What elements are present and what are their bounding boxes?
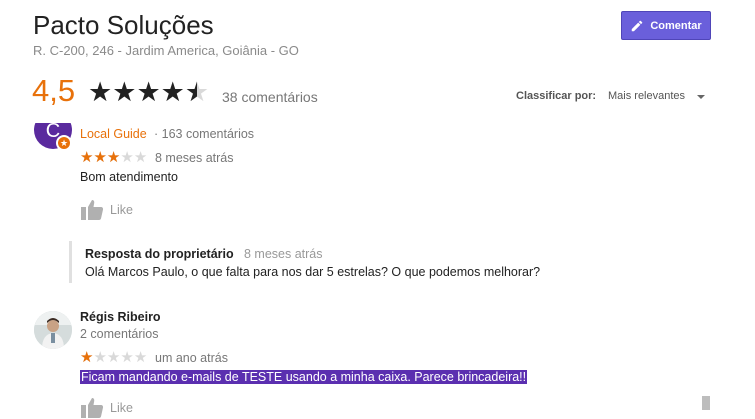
thumbs-up-icon [81,398,104,418]
star-icon: ★ [106,349,121,366]
reviewer-comment-count: 2 comentários [80,327,159,341]
place-title: Pacto Soluções [33,10,214,40]
star-icon: ★ [133,149,148,166]
local-guide-badge-icon: ★ [56,135,72,151]
comment-button[interactable]: Comentar [621,11,711,40]
place-address: R. C-200, 246 - Jardim America, Goiânia … [33,43,299,58]
sort-label: Classificar por: [516,90,597,102]
rating-value: 4,5 [32,73,76,108]
comment-button-label: Comentar [650,19,702,32]
like-button[interactable]: Like [80,397,133,419]
star-icon: ★★ [106,149,121,166]
owner-reply-title: Resposta do proprietário [85,247,234,261]
star-icon: ★★ [93,149,107,166]
reply-divider [69,241,72,283]
star-icon: ★ [93,349,107,366]
review-stars: ★ ★ ★ ★ ★ ★ ★ ★ [80,150,147,166]
avatar-photo [34,311,72,349]
like-button[interactable]: Like [80,199,133,221]
star-icon: ★★ [136,77,161,107]
reviewer-name[interactable]: Régis Ribeiro [80,310,161,324]
sort-dropdown[interactable]: Mais relevantes [608,90,685,102]
pencil-icon [632,20,643,31]
review-time: 8 meses atrás [155,151,234,165]
star-icon: ★★ [160,77,185,107]
star-icon: ★★ [184,77,210,107]
review-stars: ★ ★ ★ ★ ★ ★ [80,350,147,366]
review-time: um ano atrás [155,351,228,365]
star-icon: ★ [133,349,148,366]
avatar-clip: C [30,123,80,153]
local-guide-label[interactable]: Local Guide [80,127,147,141]
thumbs-up-icon [81,200,104,220]
avatar[interactable] [34,311,72,349]
review-text: Bom atendimento [80,170,178,184]
reviewer-comment-count: · 163 comentários [154,127,255,141]
owner-reply-text: Olá Marcos Paulo, o que falta para nos d… [85,265,541,279]
star-icon: ★★ [80,349,94,366]
owner-reply-time: 8 meses atrás [244,247,323,261]
review-text: Ficam mandando e-mails de TESTE usando a… [80,370,528,384]
star-icon: ★★ [80,149,94,166]
like-label: Like [110,401,133,415]
star-icon: ★ [120,149,134,166]
like-label: Like [110,203,133,217]
star-icon: ★★ [88,77,113,107]
star-icon: ★ [120,349,134,366]
review-count-link[interactable]: 38 comentários [222,89,318,105]
dropdown-arrow-icon[interactable] [697,95,705,99]
scrollbar-thumb[interactable] [702,396,710,410]
star-icon: ★★ [112,77,137,107]
rating-stars: ★★★★★★★★★★ [88,76,209,108]
